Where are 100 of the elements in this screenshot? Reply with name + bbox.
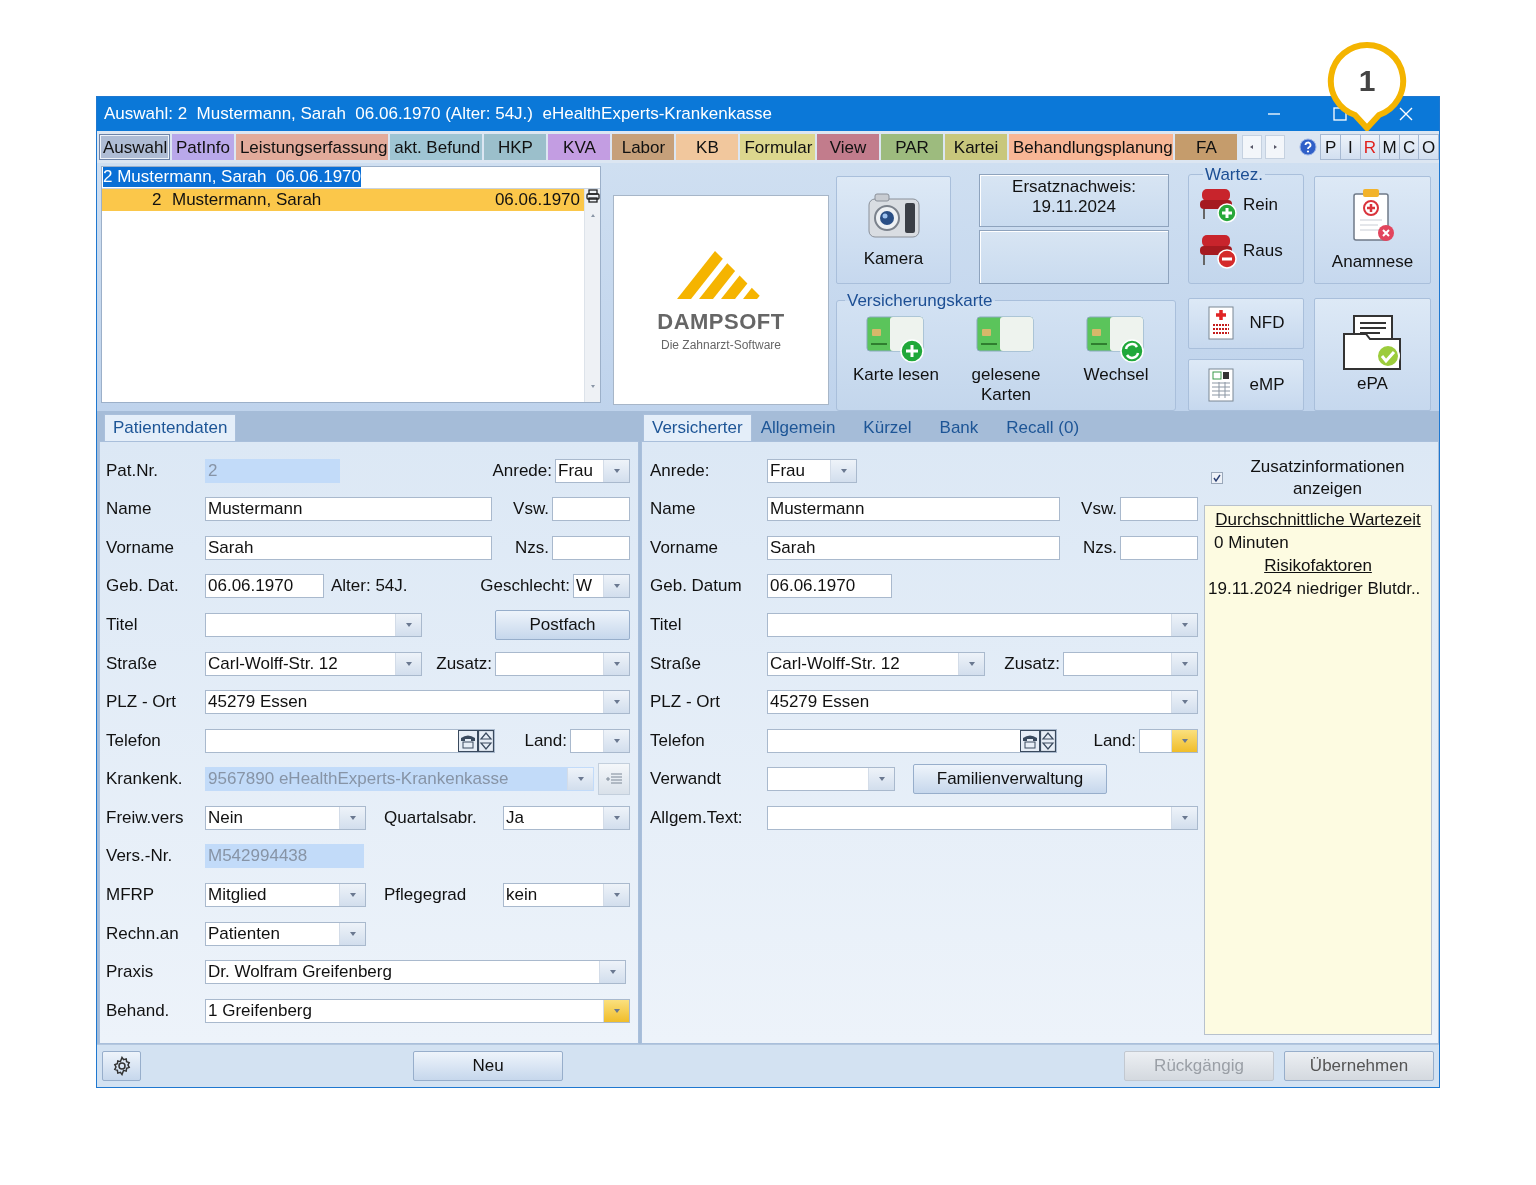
dropdown-field[interactable]: Mitglied [205, 883, 366, 908]
module-tab[interactable]: HKP [484, 133, 547, 160]
text-field[interactable]: 06.06.1970 [205, 574, 324, 599]
module-tab[interactable]: KB [676, 133, 739, 160]
module-tab[interactable]: Behandlungsplanung [1009, 133, 1174, 160]
caret-icon [1181, 661, 1188, 666]
dropdown-field[interactable] [205, 612, 422, 637]
caret-icon [613, 893, 620, 898]
dropdown-field[interactable] [767, 612, 1198, 637]
module-tab[interactable]: Formular [740, 133, 815, 160]
mode-button[interactable]: P [1320, 133, 1341, 160]
field-label: Anrede: [492, 460, 553, 481]
emp-button[interactable]: eMP [1188, 359, 1304, 411]
patient-row[interactable]: 2 Mustermann, Sarah 06.06.1970 [102, 188, 584, 211]
module-tab[interactable]: Kartei [945, 133, 1007, 160]
close-icon[interactable] [1399, 106, 1413, 121]
field-label: Vorname [106, 537, 176, 558]
text-field[interactable]: Sarah [767, 535, 1060, 560]
text-field[interactable]: Sarah [205, 535, 492, 560]
phone-icon[interactable] [1020, 729, 1040, 752]
phone-icon[interactable] [458, 729, 478, 752]
dropdown-field[interactable]: W [573, 574, 630, 599]
dropdown-field[interactable] [1063, 651, 1198, 676]
phone-field[interactable] [767, 728, 1057, 753]
scroll-left-icon[interactable] [1242, 134, 1263, 159]
mode-button[interactable]: M [1379, 133, 1400, 160]
camera-button[interactable]: Kamera [836, 175, 951, 284]
dropdown-field[interactable]: Frau [767, 458, 857, 483]
dropdown-field[interactable]: Patienten [205, 921, 366, 946]
panel-tab[interactable]: Versicherter [643, 414, 752, 442]
module-tab[interactable]: Labor [612, 133, 675, 160]
text-field[interactable] [552, 535, 630, 560]
dropdown-field[interactable] [1139, 728, 1198, 753]
checkbox[interactable] [1211, 472, 1223, 485]
dropdown-field[interactable]: Carl-Wolff-Str. 12 [205, 651, 422, 676]
spinner-icon[interactable] [1040, 729, 1056, 752]
dropdown-field[interactable] [570, 728, 630, 753]
module-tab[interactable]: akt. Befund [390, 133, 483, 160]
dropdown-field[interactable]: kein [503, 883, 630, 908]
card-refresh-icon [1086, 314, 1146, 363]
mode-button[interactable]: O [1418, 133, 1439, 160]
module-tab[interactable]: KVA [548, 133, 611, 160]
settings-button[interactable] [102, 1051, 141, 1082]
read-cards-button[interactable]: gelesene Karten [951, 314, 1061, 405]
field-label: Telefon [650, 730, 706, 751]
text-field[interactable]: Mustermann [205, 497, 492, 522]
help-icon[interactable] [1299, 137, 1318, 156]
text-field[interactable] [1120, 535, 1198, 560]
text-field[interactable] [552, 497, 630, 522]
module-tab[interactable]: Leistungserfassung [235, 133, 389, 160]
field-label: Geschlecht: [480, 576, 571, 597]
panel-tab[interactable]: Recall (0) [997, 414, 1089, 442]
list-add-button[interactable] [598, 763, 630, 796]
dropdown-field[interactable]: Dr. Wolfram Greifenberg [205, 960, 626, 985]
dropdown-field[interactable]: Ja [503, 805, 630, 830]
dropdown-field[interactable] [495, 651, 630, 676]
dropdown-field[interactable]: 1 Greifenberg [205, 998, 630, 1023]
search-field[interactable]: 2 Mustermann, Sarah 06.06.1970 [102, 166, 600, 189]
text-field[interactable] [1120, 497, 1198, 522]
dropdown-field[interactable]: Frau [555, 458, 630, 483]
dropdown-field[interactable]: Nein [205, 805, 366, 830]
panel-tab[interactable]: Kürzel [854, 414, 921, 442]
caret-icon [613, 584, 620, 589]
module-tab[interactable]: Auswahl [99, 133, 170, 160]
field-label: Quartalsabr. [383, 807, 478, 828]
check-in-button[interactable]: Rein [1199, 186, 1299, 223]
spinner-icon[interactable] [478, 729, 494, 752]
text-field[interactable]: 06.06.1970 [767, 574, 892, 599]
dropdown-field[interactable]: 45279 Essen [205, 690, 630, 715]
action-button[interactable]: Übernehmen [1284, 1051, 1434, 1082]
switch-card-button[interactable]: Wechsel [1061, 314, 1171, 385]
field-label: Zusatz: [436, 653, 493, 674]
mode-button[interactable]: I [1340, 133, 1361, 160]
callout-badge: 1 [1327, 41, 1407, 131]
epa-button[interactable]: ePA [1314, 297, 1431, 411]
caret-icon [1181, 815, 1188, 820]
panel-tab[interactable]: Bank [930, 414, 988, 442]
module-tab[interactable]: View [817, 133, 879, 160]
dropdown-field[interactable] [767, 767, 895, 792]
text-field[interactable]: Mustermann [767, 497, 1060, 522]
action-button[interactable]: Familienverwaltung [913, 764, 1107, 795]
field-label: Nzs. [515, 537, 550, 558]
check-out-button[interactable]: Raus [1199, 232, 1299, 269]
action-button[interactable]: Neu [413, 1051, 563, 1082]
nfd-button[interactable]: NFD [1188, 297, 1304, 350]
module-tab[interactable]: FA [1175, 133, 1238, 160]
dropdown-field[interactable]: Carl-Wolff-Str. 12 [767, 651, 985, 676]
module-tab[interactable]: PatInfo [171, 133, 234, 160]
module-tab[interactable]: PAR [881, 133, 943, 160]
anamnese-button[interactable]: Anamnese [1314, 175, 1431, 284]
phone-field[interactable] [205, 728, 495, 753]
read-card-button[interactable]: Karte lesen [841, 314, 951, 385]
panel-tab[interactable]: Patientendaten [104, 414, 237, 442]
caret-icon [349, 893, 356, 898]
dropdown-field[interactable] [767, 805, 1198, 830]
panel-tab[interactable]: Allgemein [751, 414, 845, 442]
dropdown-field[interactable]: 45279 Essen [767, 690, 1198, 715]
action-button[interactable]: Postfach [495, 609, 630, 640]
scroll-right-icon[interactable] [1265, 134, 1286, 159]
caret-icon [1181, 738, 1188, 743]
